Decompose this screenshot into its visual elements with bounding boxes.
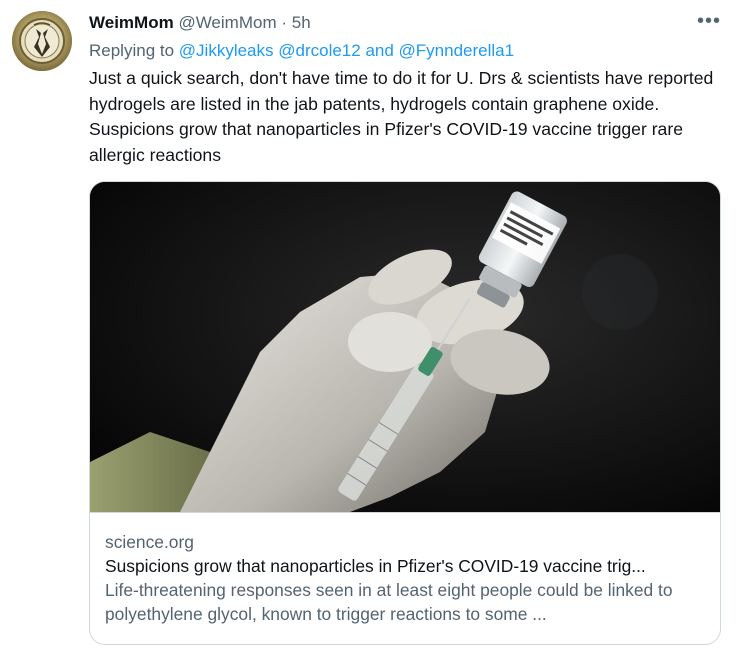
replying-prefix: Replying to [89,41,179,60]
replying-to: Replying to @Jikkyleaks @drcole12 and @F… [89,40,514,62]
avatar-emblem-icon [12,11,72,71]
tweet-text: Just a quick search, don't have time to … [89,68,714,165]
tweet-header: WeimMom @WeimMom · 5h [89,12,311,34]
link-card[interactable]: science.org Suspicions grow that nanopar… [89,181,721,645]
reply-handle-link[interactable]: @Jikkyleaks [179,41,274,60]
card-text[interactable]: science.org Suspicions grow that nanopar… [105,530,710,626]
vaccine-photo-image [90,182,720,512]
reply-handle-link[interactable]: @drcole12 [278,41,360,60]
card-title: Suspicions grow that nanoparticles in Pf… [105,556,646,576]
tweet[interactable]: WeimMom @WeimMom · 5h ••• Replying to @J… [0,0,737,654]
card-image[interactable] [90,182,720,513]
reply-joiner[interactable]: and [361,41,399,60]
reply-handle-link[interactable]: @Fynnderella1 [399,41,515,60]
card-domain: science.org [105,532,194,552]
more-options-icon[interactable]: ••• [694,11,724,35]
display-name[interactable]: WeimMom [89,13,174,32]
user-handle[interactable]: @WeimMom [178,13,276,32]
timestamp[interactable]: 5h [292,13,311,32]
avatar[interactable] [12,11,72,71]
separator-dot: · [281,13,288,32]
card-description: Life-threatening responses seen in at le… [105,580,673,624]
